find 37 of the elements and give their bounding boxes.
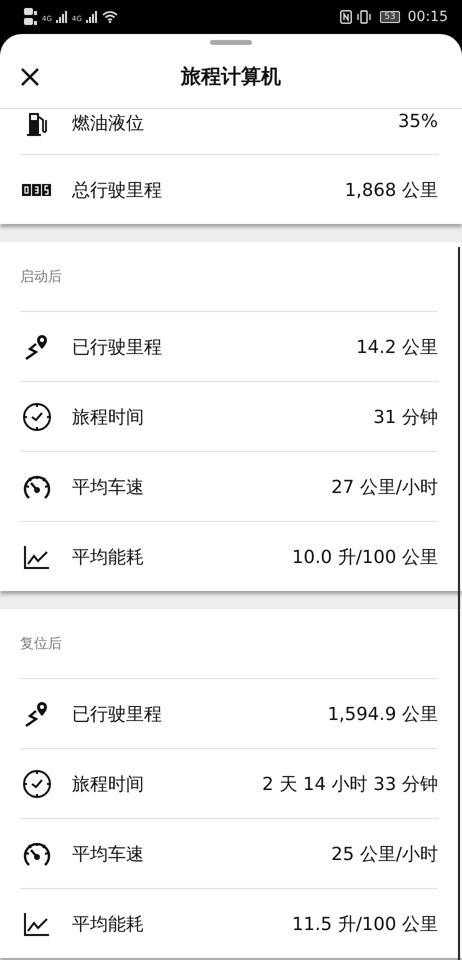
section-title: 启动后 xyxy=(19,268,63,286)
signal-icon xyxy=(56,11,68,23)
item-label: 已行驶里程 xyxy=(72,702,162,726)
close-button[interactable] xyxy=(20,67,40,87)
clock-icon xyxy=(20,402,54,432)
item-value: 11.5 升/100 公里 xyxy=(292,912,438,936)
drag-handle[interactable] xyxy=(210,40,252,45)
item-value: 1,868 公里 xyxy=(344,178,438,202)
section-title: 复位后 xyxy=(19,634,63,654)
screen-title: 旅程计算机 xyxy=(181,63,281,90)
item-label: 旅程时间 xyxy=(72,406,144,428)
wifi-icon xyxy=(102,11,118,23)
item-value: 1,594.9 公里 xyxy=(328,702,438,726)
hd-icon xyxy=(24,7,38,27)
clock-icon xyxy=(20,768,54,798)
item-label: 已行驶里程 xyxy=(72,336,162,358)
item-label: 平均能耗 xyxy=(72,912,144,936)
item-value: 27 公里/小时 xyxy=(331,476,438,498)
clock-time: 00:15 xyxy=(408,9,448,25)
item-label: 总行驶里程 xyxy=(72,178,162,202)
item-label: 旅程时间 xyxy=(72,772,144,796)
item-value: 10.0 升/100 公里 xyxy=(292,546,438,568)
scrollbar[interactable] xyxy=(458,247,460,960)
odometer-icon xyxy=(20,182,54,196)
item-value: 35% xyxy=(398,111,438,132)
nfc-icon xyxy=(340,10,352,24)
item-value: 14.2 公里 xyxy=(356,336,438,358)
signal-icon xyxy=(86,11,98,23)
item-label: 平均车速 xyxy=(72,476,144,498)
item-value: 25 公里/小时 xyxy=(331,842,438,866)
item-label: 平均车速 xyxy=(72,842,144,866)
item-value: 2 天 14 小时 33 分钟 xyxy=(262,772,438,796)
item-value: 31 分钟 xyxy=(373,406,438,428)
vibrate-icon xyxy=(356,10,372,24)
item-label: 平均能耗 xyxy=(72,546,144,568)
item-label: 燃油液位 xyxy=(72,112,144,135)
battery-level: 53 xyxy=(380,11,400,23)
